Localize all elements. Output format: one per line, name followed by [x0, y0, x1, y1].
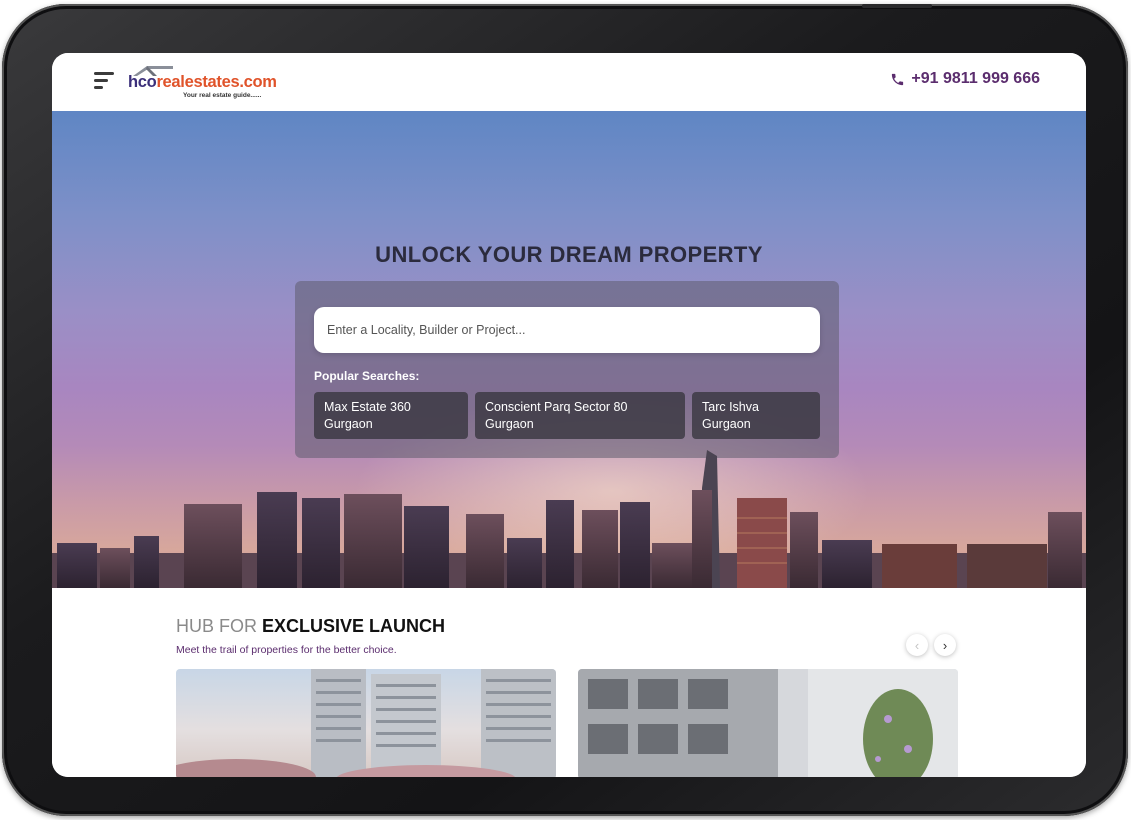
- property-card[interactable]: [176, 669, 556, 777]
- city-skyline-image: [52, 450, 1086, 588]
- phone-number: +91 9811 999 666: [911, 70, 1040, 87]
- phone-icon: [892, 73, 904, 85]
- chip-title: Max Estate 360: [324, 400, 411, 414]
- carousel-prev-button[interactable]: ‹: [906, 634, 928, 656]
- chip-city: Gurgaon: [485, 417, 534, 431]
- search-input[interactable]: [314, 307, 820, 353]
- chip-title: Conscient Parq Sector 80: [485, 400, 628, 414]
- phone-link[interactable]: +91 9811 999 666: [890, 70, 1040, 88]
- popular-searches-label: Popular Searches:: [314, 369, 420, 383]
- popular-search-chip[interactable]: Tarc Ishva Gurgaon: [692, 392, 820, 439]
- hero-banner: UNLOCK YOUR DREAM PROPERTY Popular Searc…: [52, 111, 1086, 588]
- popular-search-chip[interactable]: Max Estate 360 Gurgaon: [314, 392, 468, 439]
- chip-city: Gurgaon: [324, 417, 373, 431]
- logo-tagline: Your real estate guide......: [183, 92, 262, 99]
- property-card[interactable]: [578, 669, 958, 777]
- tablet-power-button: [862, 4, 932, 8]
- chevron-left-icon: ‹: [914, 637, 920, 653]
- site-logo[interactable]: hcorealestates.com Your real estate guid…: [128, 62, 278, 102]
- property-image: [176, 669, 556, 777]
- site-header: hcorealestates.com Your real estate guid…: [52, 53, 1086, 111]
- section-title: HUB FOR EXCLUSIVE LAUNCH: [176, 616, 445, 637]
- section-title-bold: EXCLUSIVE LAUNCH: [262, 616, 446, 636]
- chevron-right-icon: ›: [942, 637, 948, 653]
- section-title-light: HUB FOR: [176, 616, 257, 636]
- logo-wordmark: hcorealestates.com: [128, 73, 277, 91]
- popular-search-chip[interactable]: Conscient Parq Sector 80 Gurgaon: [475, 392, 685, 439]
- carousel-next-button[interactable]: ›: [934, 634, 956, 656]
- exclusive-launch-section: HUB FOR EXCLUSIVE LAUNCH Meet the trail …: [52, 588, 1086, 777]
- tablet-frame: hcorealestates.com Your real estate guid…: [2, 4, 1128, 816]
- chip-title: Tarc Ishva: [702, 400, 759, 414]
- chip-city: Gurgaon: [702, 417, 751, 431]
- section-subtitle: Meet the trail of properties for the bet…: [176, 644, 397, 656]
- hero-title: UNLOCK YOUR DREAM PROPERTY: [375, 242, 763, 267]
- tablet-screen: hcorealestates.com Your real estate guid…: [52, 53, 1086, 777]
- property-image: [578, 669, 958, 777]
- search-panel: Popular Searches: Max Estate 360 Gurgaon…: [295, 281, 839, 458]
- hamburger-menu-icon[interactable]: [94, 72, 116, 92]
